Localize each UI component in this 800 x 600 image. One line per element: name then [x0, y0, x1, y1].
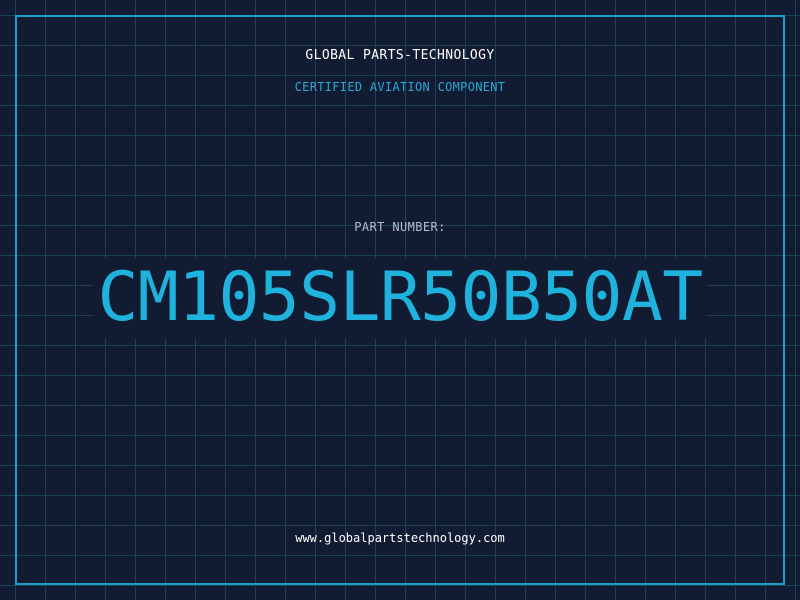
- part-number-label: PART NUMBER:: [354, 220, 446, 234]
- website-url: www.globalpartstechnology.com: [295, 531, 505, 545]
- part-card: GLOBAL PARTS-TECHNOLOGY CERTIFIED AVIATI…: [0, 0, 800, 600]
- part-number-container: CM105SLR50B50AT: [0, 258, 800, 338]
- company-name: GLOBAL PARTS-TECHNOLOGY: [305, 48, 495, 63]
- part-number: CM105SLR50B50AT: [93, 258, 707, 338]
- certification-tagline: CERTIFIED AVIATION COMPONENT: [294, 80, 506, 94]
